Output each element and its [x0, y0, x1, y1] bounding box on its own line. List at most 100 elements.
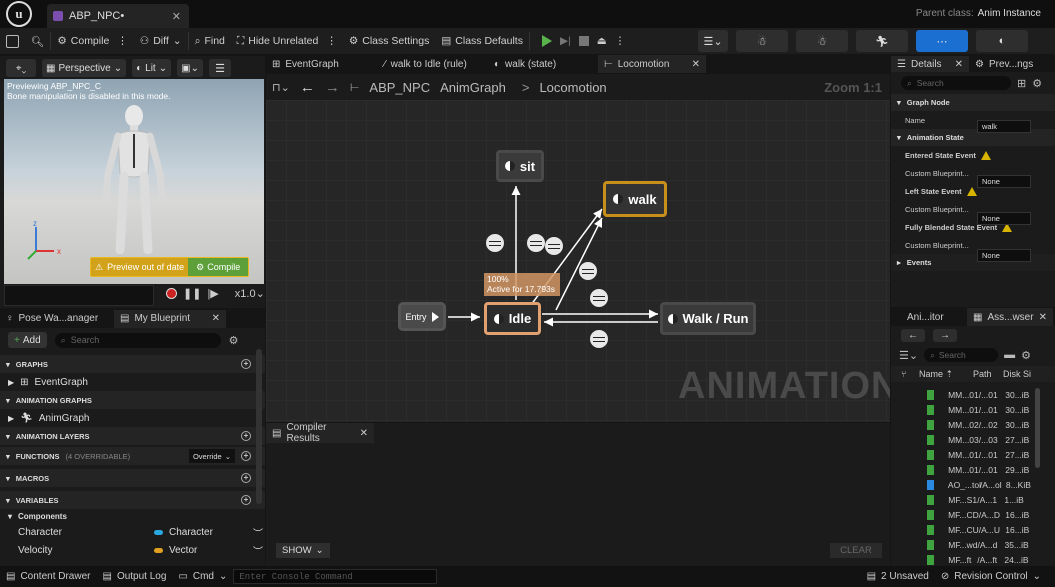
- folder-icon[interactable]: ▬: [1004, 349, 1015, 361]
- graph-node-category[interactable]: ▾ Graph Node: [891, 94, 1055, 111]
- asset-row[interactable]: MM...01/...01 27...iB: [897, 447, 1037, 462]
- asset-scrollbar[interactable]: [1035, 388, 1040, 468]
- close-tab-icon[interactable]: ✕: [360, 428, 368, 439]
- functions-section[interactable]: ▾ FUNCTIONS (4 OVERRIDABLE) Override ⌄ +: [0, 447, 265, 465]
- parent-class-value[interactable]: Anim Instance: [978, 8, 1041, 19]
- tab-my-blueprint[interactable]: ▤ My Blueprint ✕: [114, 309, 226, 328]
- show-button[interactable]: ▣⌄: [177, 59, 204, 77]
- add-variable-icon[interactable]: +: [241, 495, 251, 505]
- path-column-header[interactable]: Path: [973, 369, 1003, 379]
- play-icon[interactable]: [541, 35, 552, 47]
- animation-layers-section[interactable]: ▾ ANIMATION LAYERS +: [0, 427, 265, 445]
- cmd-dropdown[interactable]: ▭ Cmd ⌄: [172, 566, 233, 587]
- speed-dropdown[interactable]: x1.0⌄: [235, 287, 265, 300]
- viewport-canvas[interactable]: Previewing ABP_NPC_C Bone manipulation i…: [4, 79, 264, 284]
- transition-rule-icon[interactable]: [527, 234, 545, 252]
- custom-blueprint-field[interactable]: None: [977, 249, 1031, 262]
- add-layer-icon[interactable]: +: [241, 431, 251, 441]
- add-function-icon[interactable]: +: [241, 451, 251, 461]
- diff-button[interactable]: ⚇ Diff ⌄: [134, 28, 188, 54]
- state-machine-graph[interactable]: Entry sit walk Walk / Run Idle 100% Acti…: [266, 100, 890, 422]
- tab-walk-state[interactable]: ◐ walk (state): [488, 55, 596, 73]
- skeleton-mode-button[interactable]: ☃: [736, 30, 788, 52]
- anim-graph-item[interactable]: ▶ 🏃︎ AnimGraph: [0, 409, 265, 427]
- viewport-compile-button[interactable]: ⚙ Compile: [188, 258, 249, 276]
- document-tab[interactable]: ABP_NPC• ✕: [47, 4, 189, 28]
- graphs-section[interactable]: ▾ GRAPHS +: [0, 355, 265, 373]
- clear-button[interactable]: CLEAR: [830, 543, 882, 558]
- state-node-walk-run[interactable]: Walk / Run: [660, 302, 756, 335]
- eject-icon[interactable]: ⏏: [597, 35, 607, 47]
- transition-rule-icon[interactable]: [590, 289, 608, 307]
- asset-row[interactable]: MM...03/...03 27...iB: [897, 432, 1037, 447]
- asset-row[interactable]: MF...ft/A...ft 24...iB: [897, 552, 1037, 567]
- show-dropdown[interactable]: SHOW ⌄: [276, 543, 330, 558]
- event-graph-item[interactable]: ▶ ⊞ EventGraph: [0, 373, 265, 391]
- find-button[interactable]: ⌕ Find: [189, 28, 231, 54]
- settings-gear-icon[interactable]: ⚙: [229, 334, 239, 347]
- console-input[interactable]: Enter Console Command: [233, 569, 438, 584]
- tab-compiler-results[interactable]: ▤ Compiler Results ✕: [266, 422, 374, 444]
- breadcrumb-root[interactable]: ABP_NPC: [369, 80, 430, 95]
- grid-view-icon[interactable]: ⊞: [1017, 77, 1026, 90]
- asset-row[interactable]: MF...wd/A...d 35...iB: [897, 537, 1037, 552]
- state-node-idle[interactable]: Idle: [484, 302, 541, 335]
- transition-rule-icon[interactable]: [590, 330, 608, 348]
- kebab-icon[interactable]: ⋮: [615, 35, 626, 47]
- tab-details[interactable]: ☰ Details ✕: [891, 56, 969, 72]
- asset-row[interactable]: MM...02/...02 30...iB: [897, 417, 1037, 432]
- breadcrumb-current[interactable]: Locomotion: [539, 80, 606, 95]
- asset-row[interactable]: MF...CD/A...D 16...iB: [897, 507, 1037, 522]
- custom-blueprint-field[interactable]: None: [977, 212, 1031, 225]
- add-macro-icon[interactable]: +: [241, 473, 251, 483]
- variables-section[interactable]: ▾ VARIABLES +: [0, 491, 265, 509]
- save-button[interactable]: [0, 28, 25, 54]
- blueprint-mode-button[interactable]: ⋯: [916, 30, 968, 52]
- settings-gear-icon[interactable]: ⚙: [1021, 349, 1031, 362]
- close-tab-icon[interactable]: ✕: [692, 59, 700, 70]
- mesh-mode-button[interactable]: ☃: [796, 30, 848, 52]
- pause-icon[interactable]: ❚❚: [183, 287, 201, 300]
- close-tab-icon[interactable]: ✕: [212, 313, 220, 324]
- transition-rule-icon[interactable]: [486, 234, 504, 252]
- macros-section[interactable]: ▾ MACROS +: [0, 469, 265, 487]
- tab-anim-editor[interactable]: Ani...itor: [891, 308, 967, 326]
- asset-row[interactable]: MF...S1/A...1 1...iB: [897, 492, 1037, 507]
- eye-icon[interactable]: ︶: [253, 525, 263, 540]
- asset-row[interactable]: MM...01/...01 29...iB: [897, 462, 1037, 477]
- eye-icon[interactable]: ︶: [253, 543, 263, 558]
- custom-blueprint-field[interactable]: None: [977, 175, 1031, 188]
- view-options-button[interactable]: ☰⌄: [698, 30, 728, 52]
- tab-event-graph[interactable]: ⊞ EventGraph: [266, 55, 376, 73]
- content-drawer-button[interactable]: ▤ Content Drawer: [0, 566, 96, 587]
- transition-rule-icon[interactable]: [579, 262, 597, 280]
- add-graph-icon[interactable]: +: [241, 359, 251, 369]
- state-node-walk[interactable]: walk: [603, 181, 667, 217]
- back-arrow-icon[interactable]: ←: [300, 79, 315, 96]
- perspective-button[interactable]: ▦ Perspective ⌄: [42, 59, 127, 77]
- tab-pose-watch[interactable]: ♀ Pose Wa...anager: [0, 310, 112, 328]
- asset-row[interactable]: MM...01/...01 30...iB: [897, 402, 1037, 417]
- class-settings-button[interactable]: ⚙ Class Settings: [343, 28, 436, 54]
- forward-arrow-icon[interactable]: →: [933, 328, 957, 342]
- close-tab-icon[interactable]: ✕: [1039, 312, 1047, 323]
- entry-node[interactable]: Entry: [398, 302, 446, 331]
- revision-control-button[interactable]: ⊘ Revision Control ⌄: [935, 566, 1047, 587]
- blueprint-search-input[interactable]: ⌕ Search: [54, 332, 221, 348]
- hide-unrelated-button[interactable]: ⛶ Hide Unrelated ⋮: [231, 28, 343, 54]
- hamburger-menu-button[interactable]: ☰: [209, 59, 232, 77]
- settings-gear-icon[interactable]: ⚙: [1032, 77, 1042, 90]
- transition-rule-icon[interactable]: [545, 237, 563, 255]
- viewport-options-button[interactable]: ⌖⌄: [6, 59, 36, 77]
- output-log-button[interactable]: ▤ Output Log: [96, 566, 172, 587]
- variable-row[interactable]: Velocity Vector ︶: [0, 541, 265, 559]
- scrub-bar[interactable]: [4, 285, 154, 306]
- close-tab-icon[interactable]: ✕: [172, 10, 181, 23]
- class-defaults-button[interactable]: ▤ Class Defaults: [435, 28, 529, 54]
- components-category[interactable]: ▾ Components: [0, 509, 265, 523]
- override-dropdown[interactable]: Override ⌄: [188, 449, 235, 463]
- state-node-sit[interactable]: sit: [496, 150, 544, 182]
- stop-icon[interactable]: [578, 36, 589, 46]
- scrollbar[interactable]: [256, 349, 262, 504]
- lit-button[interactable]: ◐ Lit ⌄: [132, 59, 172, 77]
